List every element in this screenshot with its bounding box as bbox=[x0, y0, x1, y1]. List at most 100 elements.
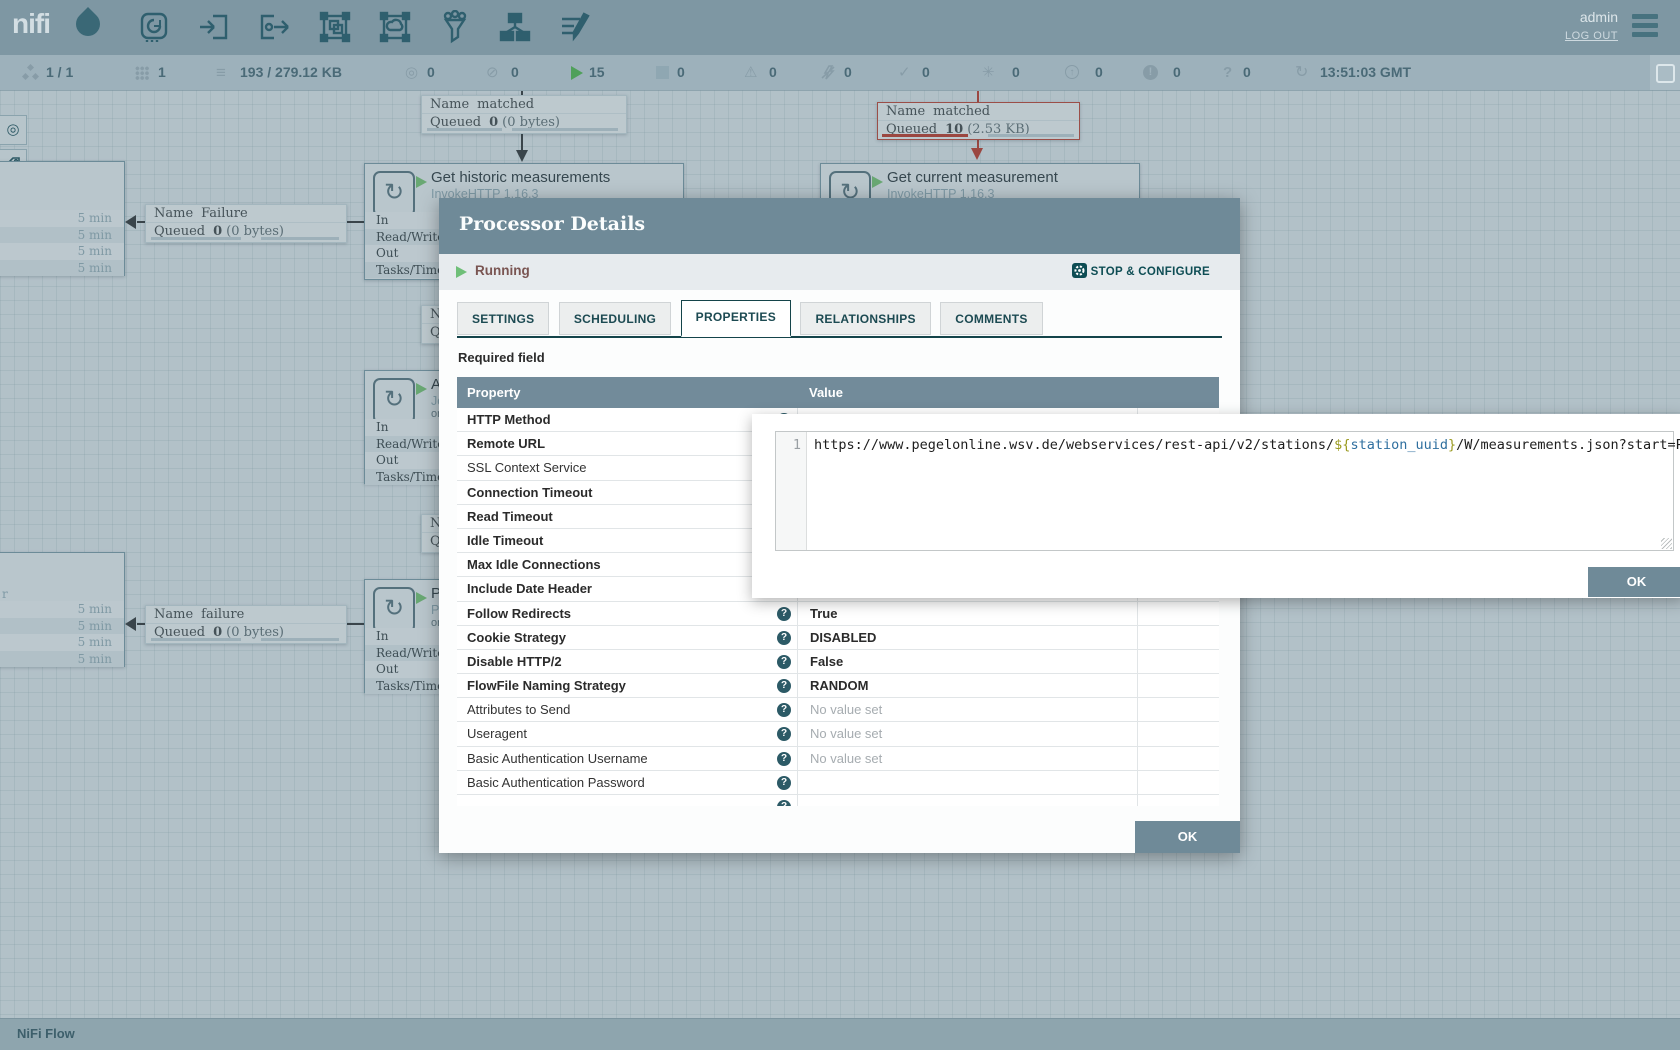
disabled-icon bbox=[821, 65, 836, 85]
not-transmitting-count: 0 bbox=[511, 64, 519, 81]
stop-and-configure-button[interactable]: STOP & CONFIGURE bbox=[1072, 263, 1210, 278]
line-number: 1 bbox=[793, 437, 801, 453]
dialog-tabs: SETTINGS SCHEDULING PROPERTIES RELATIONS… bbox=[457, 300, 1222, 338]
required-field-note: Required field bbox=[458, 350, 545, 365]
expression-variable: station_uuid bbox=[1350, 437, 1448, 453]
input-port-icon[interactable] bbox=[197, 10, 231, 44]
refresh-icon[interactable]: ↻ bbox=[1295, 64, 1308, 81]
value-column-header: Value bbox=[797, 377, 1137, 408]
process-group-icon[interactable] bbox=[318, 10, 352, 44]
connection-label-matched-top[interactable]: Namematched Queued0(0 bytes) bbox=[421, 95, 627, 134]
global-menu-icon[interactable] bbox=[1632, 14, 1658, 40]
processor-icon[interactable] bbox=[137, 10, 171, 44]
label-icon[interactable] bbox=[558, 10, 592, 44]
processor-run-status: Running bbox=[475, 263, 530, 278]
tab-scheduling[interactable]: SCHEDULING bbox=[559, 302, 671, 335]
processor-stats: 5 min5 min5 min5 min bbox=[0, 210, 124, 276]
stale-count: 0 bbox=[1095, 64, 1103, 81]
connection-name-key: Name bbox=[430, 97, 469, 112]
breadcrumb-bar bbox=[0, 1018, 1680, 1050]
template-icon[interactable] bbox=[498, 10, 532, 44]
queue-percent-bar bbox=[151, 237, 241, 240]
queue-percent-bar bbox=[882, 134, 968, 137]
disabled-count: 0 bbox=[844, 64, 852, 81]
property-row-flowfile-naming-strategy: FlowFile Naming Strategy?RANDOM bbox=[457, 674, 1219, 698]
tab-properties[interactable]: PROPERTIES bbox=[681, 300, 791, 337]
editor-code-line[interactable]: https://www.pegelonline.wsv.de/webservic… bbox=[814, 437, 1669, 453]
connection-line bbox=[345, 623, 364, 625]
connection-label-failure-lower[interactable]: Namefailure Queued0(0 bytes) bbox=[145, 605, 347, 644]
queue-percent-bar bbox=[427, 128, 502, 131]
processor-cutoff-upper-left[interactable]: 5 min5 min5 min5 min bbox=[0, 161, 125, 276]
help-icon[interactable]: ? bbox=[777, 607, 791, 621]
funnel-icon[interactable] bbox=[438, 10, 472, 44]
tab-relationships[interactable]: RELATIONSHIPS bbox=[800, 302, 930, 335]
properties-table-header: PropertyValue bbox=[457, 377, 1219, 408]
nifi-app: nifi admin LOG OUT bbox=[0, 0, 1680, 1050]
cluster-icon bbox=[22, 64, 39, 86]
up-to-date-icon: ✓ bbox=[898, 64, 911, 81]
editor-ok-button[interactable]: OK bbox=[1588, 567, 1680, 597]
logout-link[interactable]: LOG OUT bbox=[1565, 30, 1618, 42]
value-editor-textarea[interactable]: 1 https://www.pegelonline.wsv.de/webserv… bbox=[775, 431, 1674, 551]
dialog-status-row: Running STOP & CONFIGURE bbox=[439, 254, 1240, 290]
help-icon[interactable]: ? bbox=[777, 679, 791, 693]
tab-comments[interactable]: COMMENTS bbox=[940, 302, 1042, 335]
port-glyph-icon: ◎ bbox=[6, 121, 19, 138]
connection-name-value: failure bbox=[201, 607, 244, 622]
active-threads-count: 1 bbox=[158, 64, 166, 81]
connection-name-value: Failure bbox=[201, 206, 247, 221]
help-icon[interactable]: ? bbox=[777, 703, 791, 717]
help-icon[interactable]: ? bbox=[777, 727, 791, 741]
edge-component-port[interactable]: ◎ bbox=[0, 115, 27, 145]
dialog-title: Processor Details bbox=[459, 213, 645, 235]
connection-label-matched-alert[interactable]: Namematched Queued10(2.53 KB) bbox=[877, 102, 1080, 140]
help-icon[interactable]: ? bbox=[777, 800, 791, 806]
stopped-icon bbox=[656, 66, 669, 79]
processor-title: Get current measurement bbox=[887, 169, 1058, 186]
status-panel-toggle[interactable] bbox=[1650, 55, 1680, 90]
connection-name-value: matched bbox=[477, 97, 534, 112]
connection-name-key: Name bbox=[154, 607, 193, 622]
run-status-icon bbox=[416, 592, 427, 604]
stop-configure-gear-icon bbox=[1072, 263, 1087, 278]
output-port-icon[interactable] bbox=[257, 10, 291, 44]
connection-name-key: Name bbox=[154, 206, 193, 221]
running-count: 15 bbox=[589, 64, 605, 81]
locally-modified-stale-count: 0 bbox=[1173, 64, 1181, 81]
remote-process-group-icon[interactable] bbox=[378, 10, 412, 44]
last-refresh-time: 13:51:03 GMT bbox=[1320, 64, 1411, 81]
current-user: admin bbox=[1580, 9, 1618, 25]
stale-icon: ↑ bbox=[1065, 65, 1079, 79]
queue-size-bar bbox=[988, 134, 1074, 137]
breadcrumb[interactable]: NiFi Flow bbox=[17, 1026, 75, 1041]
connection-line bbox=[137, 623, 145, 625]
run-status-icon bbox=[416, 176, 427, 188]
resize-handle[interactable] bbox=[1661, 538, 1672, 549]
locally-modified-icon: ✳ bbox=[982, 64, 995, 81]
active-threads-icon bbox=[135, 66, 149, 80]
property-row-follow-redirects: Follow Redirects?True bbox=[457, 602, 1219, 626]
property-row-basic-auth-password: Basic Authentication Password? bbox=[457, 771, 1219, 795]
running-icon bbox=[571, 66, 583, 80]
connection-arrow-left bbox=[125, 617, 136, 631]
dialog-ok-button[interactable]: OK bbox=[1135, 821, 1240, 853]
help-icon[interactable]: ? bbox=[777, 655, 791, 669]
queue-size-bar bbox=[261, 237, 339, 240]
tab-settings[interactable]: SETTINGS bbox=[457, 302, 549, 335]
nifi-logo: nifi bbox=[12, 8, 50, 40]
queue-size-bar bbox=[512, 128, 618, 131]
flow-status-bar: 1 / 1 1 ≡ 193 / 279.12 KB ◎ 0 ⊘ 0 15 0 ⚠… bbox=[0, 55, 1680, 91]
processor-title: Get historic measurements bbox=[431, 169, 610, 186]
not-transmitting-icon: ⊘ bbox=[486, 64, 499, 81]
locally-modified-count: 0 bbox=[1012, 64, 1020, 81]
help-icon[interactable]: ? bbox=[777, 631, 791, 645]
property-row-partial: ? bbox=[457, 795, 1219, 806]
transmitting-icon: ◎ bbox=[405, 64, 418, 81]
processor-cutoff-lower-left[interactable]: r 5 min5 min5 min5 min bbox=[0, 552, 125, 667]
help-icon[interactable]: ? bbox=[777, 776, 791, 790]
help-icon[interactable]: ? bbox=[777, 752, 791, 766]
expression-close: } bbox=[1448, 437, 1456, 453]
connection-label-failure-upper[interactable]: NameFailure Queued0(0 bytes) bbox=[145, 204, 347, 243]
stop-configure-label: STOP & CONFIGURE bbox=[1091, 266, 1210, 278]
